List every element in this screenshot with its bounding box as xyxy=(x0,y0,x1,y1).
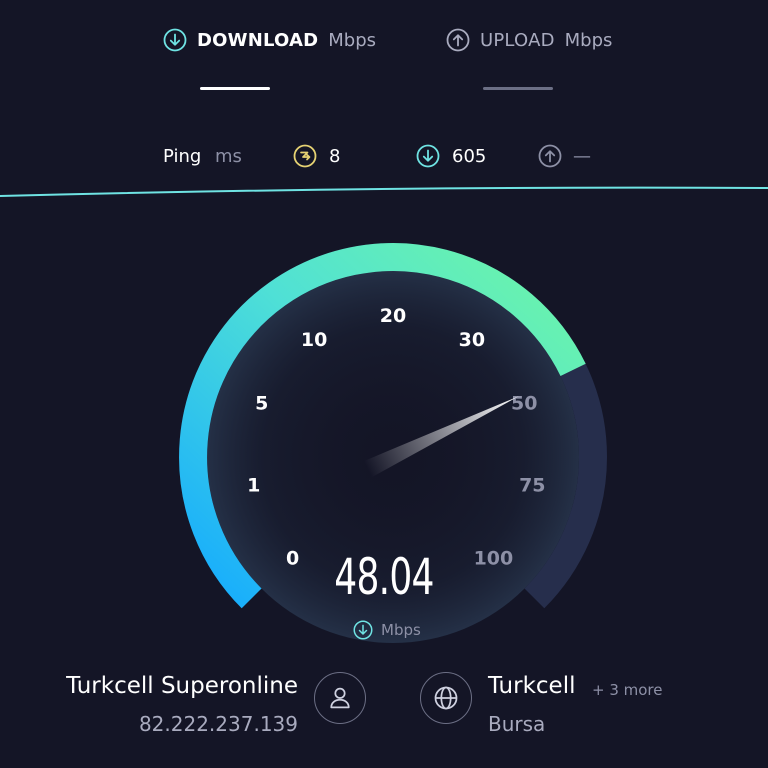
gauge-tick-label: 30 xyxy=(459,329,485,351)
gauge-tick-label: 1 xyxy=(247,475,260,497)
speed-unit-label: Mbps xyxy=(381,621,421,639)
gauge-tick-label: 20 xyxy=(380,305,406,327)
gauge-tick-label: 50 xyxy=(511,393,537,415)
speed-unit: Mbps xyxy=(353,620,421,640)
user-button[interactable] xyxy=(314,672,366,724)
user-icon xyxy=(330,687,350,709)
speed-unit-download-icon xyxy=(353,620,373,640)
isp-name: Turkcell Superonline xyxy=(66,673,298,699)
gauge-tick-label: 5 xyxy=(255,393,268,415)
server-name[interactable]: Turkcell xyxy=(488,673,576,699)
server-more-link[interactable]: + 3 more xyxy=(592,681,663,699)
isp-ip: 82.222.237.139 xyxy=(138,712,298,736)
speed-gauge: 0151020305075100 xyxy=(0,186,768,643)
speed-value: 48.04 xyxy=(334,548,434,606)
gauge-tick-label: 10 xyxy=(301,329,327,351)
globe-icon xyxy=(434,686,458,710)
gauge-tick-label: 75 xyxy=(519,475,545,497)
server-location: Bursa xyxy=(488,712,546,736)
cyan-divider-line xyxy=(0,186,768,197)
server-button[interactable] xyxy=(420,672,472,724)
